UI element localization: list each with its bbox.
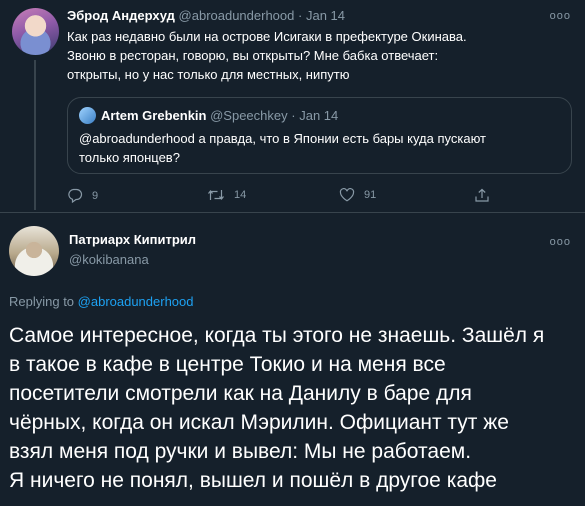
quote-text: @abroadunderhood а правда, что в Японии …	[79, 129, 564, 167]
heart-icon	[339, 188, 355, 202]
tweet-text: Как раз недавно были на острове Исигаки …	[67, 27, 557, 84]
reply-icon	[68, 188, 83, 203]
more-options-icon[interactable]: ooo	[550, 236, 571, 248]
author-handle[interactable]: @kokibanana	[69, 252, 149, 268]
replying-to: Replying to @abroadunderhood	[9, 294, 194, 310]
tweet-header: Эброд Андерхуд @abroadunderhood · Jan 14	[67, 8, 345, 24]
quoted-tweet[interactable]: Artem Grebenkin @Speechkey · Jan 14 @abr…	[67, 97, 572, 174]
retweet-count: 14	[234, 189, 247, 201]
tweet-divider	[0, 212, 585, 213]
replying-prefix: Replying to	[9, 294, 78, 309]
more-options-icon[interactable]: ooo	[550, 10, 571, 22]
reply-count: 9	[92, 189, 99, 202]
quote-header: Artem Grebenkin @Speechkey · Jan 14	[101, 108, 338, 124]
share-button[interactable]	[474, 188, 490, 203]
retweet-button[interactable]: 14	[207, 188, 246, 202]
quote-text-line: @abroadunderhood а правда, что в Японии …	[79, 131, 486, 146]
avatar[interactable]	[12, 8, 59, 55]
tweet-text-line: Самое интересное, когда ты этого не знае…	[9, 324, 545, 347]
tweet-parent[interactable]: Эброд Андерхуд @abroadunderhood · Jan 14…	[0, 0, 585, 212]
quote-avatar	[79, 107, 96, 124]
author-handle[interactable]: @abroadunderhood	[179, 8, 295, 23]
header-separator: ·	[298, 8, 303, 23]
thread-connector-line	[34, 60, 36, 210]
replying-handle-link[interactable]: @abroadunderhood	[78, 294, 194, 309]
quote-date: Jan 14	[299, 108, 339, 123]
quote-separator: ·	[291, 108, 296, 123]
tweet-text-line: чёрных, когда он искал Мэрилин. Официант…	[9, 411, 509, 434]
like-count: 91	[364, 189, 377, 201]
avatar[interactable]	[9, 226, 59, 276]
tweet-date[interactable]: Jan 14	[306, 8, 345, 23]
quote-author-handle: @Speechkey	[210, 108, 288, 123]
tweet-text-line: Я ничего не понял, вышел и пошёл в друго…	[9, 469, 497, 492]
reply-button[interactable]: 9	[67, 188, 98, 203]
tweet-text-line: посетители смотрели как на Данилу в баре…	[9, 382, 472, 405]
tweet-text-line: взял меня под ручки и вывел: Мы не работ…	[9, 440, 472, 463]
share-icon	[475, 188, 489, 202]
tweet-text-line: Как раз недавно были на острове Исигаки …	[67, 29, 467, 44]
like-button[interactable]: 91	[339, 188, 376, 202]
tweet-actions: 9 14 91	[67, 188, 507, 208]
author-name[interactable]: Эброд Андерхуд	[67, 8, 175, 23]
tweet-text-line: Звоню в ресторан, говорю, вы открыты? Мн…	[67, 48, 439, 63]
quote-author-name: Artem Grebenkin	[101, 108, 207, 123]
tweet-text-line: в такое в кафе в центре Токио и на меня …	[9, 353, 446, 376]
tweet-text: Самое интересное, когда ты этого не знае…	[9, 321, 577, 495]
author-name[interactable]: Патриарх Кипитрил	[69, 232, 196, 248]
retweet-icon	[208, 190, 224, 200]
tweet-text-line: открыты, но у нас только для местных, ни…	[67, 67, 350, 82]
quote-text-line: только японцев?	[79, 150, 180, 165]
